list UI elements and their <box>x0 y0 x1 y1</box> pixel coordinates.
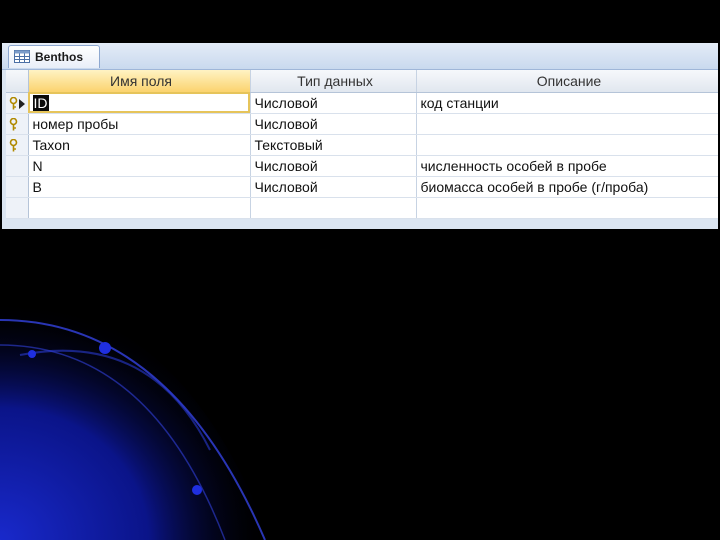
primary-key-icon <box>9 117 18 130</box>
table-row: N Числовой численность особей в пробе <box>6 155 718 177</box>
tab-label: Benthos <box>35 50 83 64</box>
field-name-cell[interactable] <box>28 197 251 219</box>
table-design-window: Benthos Имя поля Тип данных Описание ID … <box>2 43 718 229</box>
description-cell[interactable]: численность особей в пробе <box>416 155 718 177</box>
table-row: номер пробы Числовой <box>6 113 718 135</box>
description-cell[interactable]: биомасса особей в пробе (г/проба) <box>416 176 718 198</box>
data-type-cell[interactable]: Числовой <box>250 92 417 114</box>
data-type-cell[interactable]: Числовой <box>250 176 417 198</box>
table-row: ID Числовой код станции <box>6 92 718 114</box>
table-row: B Числовой биомасса особей в пробе (г/пр… <box>6 176 718 198</box>
data-type-cell[interactable] <box>250 197 417 219</box>
description-cell[interactable] <box>416 197 718 219</box>
row-selector[interactable] <box>6 155 29 177</box>
primary-key-icon <box>9 138 18 151</box>
row-selector[interactable] <box>6 176 29 198</box>
row-selector-header[interactable] <box>6 70 29 93</box>
field-name-cell[interactable]: N <box>28 155 251 177</box>
table-row: Taxon Текстовый <box>6 134 718 156</box>
data-type-cell[interactable]: Числовой <box>250 113 417 135</box>
description-cell[interactable] <box>416 134 718 156</box>
field-name-cell[interactable]: номер пробы <box>28 113 251 135</box>
tab-benthos[interactable]: Benthos <box>8 45 100 68</box>
description-cell[interactable] <box>416 113 718 135</box>
column-header-field-name[interactable]: Имя поля <box>28 70 251 93</box>
table-icon <box>14 50 30 63</box>
field-name-cell[interactable]: B <box>28 176 251 198</box>
column-header-data-type[interactable]: Тип данных <box>250 70 417 93</box>
field-design-grid: Имя поля Тип данных Описание ID Числовой… <box>6 70 718 219</box>
current-row-arrow-icon <box>19 98 25 109</box>
data-type-cell[interactable]: Текстовый <box>250 134 417 156</box>
row-selector[interactable] <box>6 113 29 135</box>
description-cell[interactable]: код станции <box>416 92 718 114</box>
table-row <box>6 197 718 219</box>
header-row: Имя поля Тип данных Описание <box>6 70 718 93</box>
field-name-cell[interactable]: ID <box>28 92 251 114</box>
row-selector[interactable] <box>6 134 29 156</box>
column-header-description[interactable]: Описание <box>416 70 718 93</box>
primary-key-icon <box>9 96 18 109</box>
field-name-cell[interactable]: Taxon <box>28 134 251 156</box>
data-type-cell[interactable]: Числовой <box>250 155 417 177</box>
row-selector[interactable] <box>6 92 29 114</box>
row-selector[interactable] <box>6 197 29 219</box>
tab-strip: Benthos <box>2 43 718 70</box>
